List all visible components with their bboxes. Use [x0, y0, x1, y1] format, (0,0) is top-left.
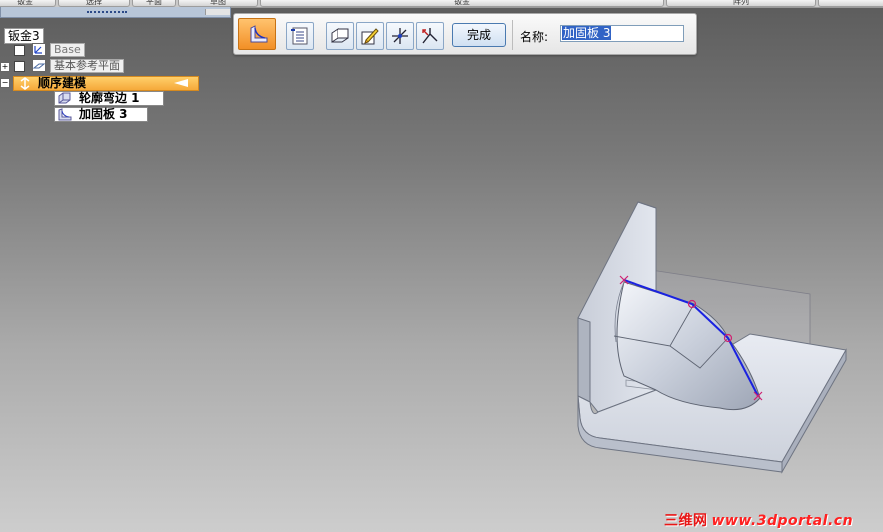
profile-list-icon: [291, 27, 308, 45]
base-visibility-checkbox[interactable]: [14, 45, 25, 56]
direction-step-button[interactable]: [386, 22, 414, 50]
name-input-selected-text: 加固板 3: [562, 26, 612, 40]
tree-item-gusset[interactable]: 加固板 3: [54, 107, 148, 122]
rollback-arrow-icon[interactable]: [174, 79, 188, 87]
ref-plane-icon: [32, 59, 46, 72]
ref-planes-expand-toggle[interactable]: +: [0, 62, 10, 72]
site-watermark: 三维网 www.3dportal.cn: [664, 513, 854, 529]
tree-root-part[interactable]: 钣金3: [4, 28, 44, 44]
side-arrow-icon: [422, 28, 438, 44]
gusset-step-button[interactable]: [238, 18, 276, 50]
finish-button[interactable]: 完成: [452, 23, 506, 47]
plane-step-button[interactable]: [326, 22, 354, 50]
tab-sketch[interactable]: 草图: [178, 0, 258, 7]
tab-select[interactable]: 选择: [58, 0, 130, 7]
ref-planes-visibility-checkbox[interactable]: [14, 61, 25, 72]
tab-extra[interactable]: [818, 0, 883, 7]
tab-plane[interactable]: 平面: [132, 0, 176, 7]
gusset-icon: [58, 108, 72, 121]
tab-pattern[interactable]: 阵列: [666, 0, 816, 7]
contour-flange-icon: [58, 92, 71, 104]
name-field-label: 名称:: [520, 30, 549, 44]
plane-icon: [331, 28, 349, 43]
pathfinder-tree: 钣金3 Base + 基本参考平面 − 顺序建模 轮廓弯边 1 加固板 3: [0, 26, 230, 126]
command-bar-separator: [512, 20, 513, 50]
name-input[interactable]: 加固板 3: [560, 25, 684, 42]
tree-item-base-ref-planes[interactable]: 基本参考平面: [50, 59, 124, 73]
pathfinder-grip[interactable]: [0, 7, 231, 18]
profile-step-button[interactable]: [286, 22, 314, 50]
tab-sheetmetal-group[interactable]: 钣金: [260, 0, 664, 7]
contour-flange-label: 轮廓弯边 1: [79, 91, 140, 105]
side-step-button[interactable]: [416, 22, 444, 50]
tree-item-sequential-modeling[interactable]: 顺序建模: [13, 76, 199, 91]
tree-item-base[interactable]: Base: [50, 43, 85, 57]
sequence-label: 顺序建模: [38, 76, 87, 90]
tab-sheetmetal[interactable]: 钣金: [0, 0, 56, 7]
sequence-collapse-toggle[interactable]: −: [0, 78, 10, 88]
gusset-command-bar: 完成 名称: 加固板 3: [233, 13, 697, 55]
coordinate-system-icon: [32, 43, 46, 56]
tree-item-contour-flange[interactable]: 轮廓弯边 1: [54, 91, 164, 106]
axis-direction-icon: [392, 28, 408, 44]
draw-profile-button[interactable]: [356, 22, 384, 50]
gusset-label: 加固板 3: [79, 107, 128, 121]
sketch-pencil-icon: [361, 28, 379, 45]
sequence-icon: [20, 77, 30, 90]
gusset-icon: [250, 25, 268, 43]
sheet-metal-part-view[interactable]: [560, 190, 860, 480]
